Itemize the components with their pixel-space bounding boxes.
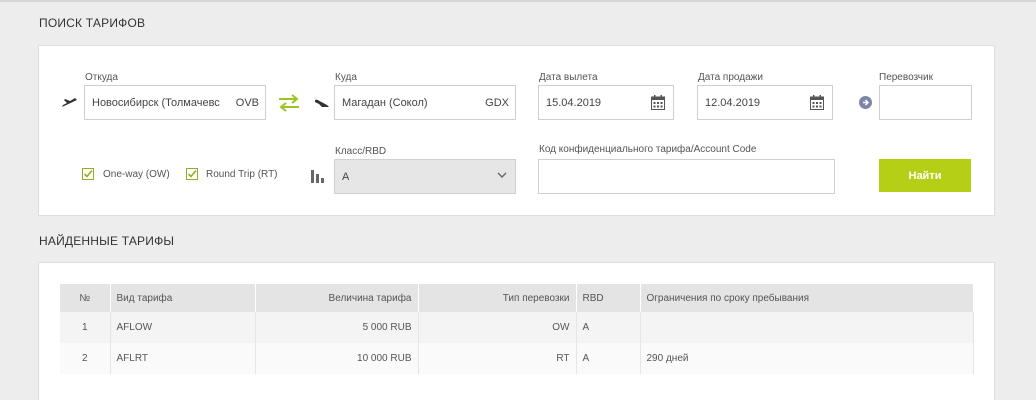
cell-transport-type: OW xyxy=(418,312,577,343)
to-value: Магадан (Сокол) xyxy=(342,97,428,109)
header-fare-amount: Величина тарифа xyxy=(255,284,419,312)
chevron-down-icon xyxy=(497,172,507,178)
sale-date-label: Дата продажи xyxy=(698,72,763,83)
find-button[interactable]: Найти xyxy=(879,159,971,192)
search-panel: Откуда Новосибирск (Толмачевс OVB Куда М… xyxy=(38,45,995,216)
cell-fare-amount: 5 000 RUB xyxy=(255,312,419,343)
from-value: Новосибирск (Толмачевс xyxy=(92,97,220,109)
roundtrip-label: Round Trip (RT) xyxy=(206,169,278,180)
cell-transport-type: RT xyxy=(418,343,577,374)
class-select[interactable]: A xyxy=(334,159,516,194)
top-border xyxy=(0,0,1036,2)
to-label: Куда xyxy=(335,72,357,83)
class-bars-icon xyxy=(311,170,324,183)
header-rbd: RBD xyxy=(576,284,641,312)
from-label: Откуда xyxy=(85,72,118,83)
cell-fare-amount: 10 000 RUB xyxy=(255,343,419,374)
plane-departure-icon xyxy=(62,98,77,107)
sale-date-value: 12.04.2019 xyxy=(705,97,761,109)
oneway-checkbox[interactable] xyxy=(82,168,94,180)
plane-arrival-icon xyxy=(314,98,329,107)
calendar-icon[interactable] xyxy=(810,95,824,110)
depart-date-value: 15.04.2019 xyxy=(546,97,602,109)
cell-rbd: A xyxy=(576,343,641,374)
cell-number: 2 xyxy=(60,343,111,374)
class-label: Класс/RBD xyxy=(335,146,387,157)
to-code: GDX xyxy=(485,97,509,109)
carrier-label: Перевозчик xyxy=(879,72,933,83)
search-section-title: ПОИСК ТАРИФОВ xyxy=(39,16,146,30)
carrier-input[interactable] xyxy=(879,85,972,120)
cell-number: 1 xyxy=(60,312,111,343)
from-code: OVB xyxy=(235,97,259,109)
account-code-label: Код конфиденциального тарифа/Account Cod… xyxy=(539,144,757,155)
header-transport-type: Тип перевозки xyxy=(418,284,577,312)
sale-date-field[interactable]: 12.04.2019 xyxy=(697,85,833,120)
results-section-title: НАЙДЕННЫЕ ТАРИФЫ xyxy=(39,234,175,248)
table-header-row: № Вид тарифа Величина тарифа Тип перевоз… xyxy=(60,284,974,312)
table-row[interactable]: 1 AFLOW 5 000 RUB OW A xyxy=(60,312,974,343)
depart-date-field[interactable]: 15.04.2019 xyxy=(538,85,674,120)
swap-arrows-icon[interactable] xyxy=(277,94,301,112)
header-fare-type: Вид тарифа xyxy=(110,284,256,312)
class-value: A xyxy=(342,171,350,183)
calendar-icon[interactable] xyxy=(651,95,665,110)
account-code-input[interactable] xyxy=(538,159,835,194)
depart-date-label: Дата вылета xyxy=(539,72,598,83)
roundtrip-checkbox[interactable] xyxy=(186,168,198,180)
cell-stay-restriction xyxy=(640,312,974,343)
cell-stay-restriction: 290 дней xyxy=(640,343,974,374)
from-field[interactable]: Новосибирск (Толмачевс OVB xyxy=(84,85,266,120)
results-table: № Вид тарифа Величина тарифа Тип перевоз… xyxy=(60,284,974,374)
results-panel: № Вид тарифа Величина тарифа Тип перевоз… xyxy=(38,262,995,400)
arrow-right-circle-icon[interactable] xyxy=(859,96,872,109)
to-field[interactable]: Магадан (Сокол) GDX xyxy=(334,85,516,120)
cell-fare-type: AFLRT xyxy=(110,343,256,374)
header-stay-restriction: Ограничения по сроку пребывания xyxy=(640,284,974,312)
cell-rbd: A xyxy=(576,312,641,343)
oneway-label: One-way (OW) xyxy=(103,169,170,180)
cell-fare-type: AFLOW xyxy=(110,312,256,343)
table-row[interactable]: 2 AFLRT 10 000 RUB RT A 290 дней xyxy=(60,343,974,374)
header-number: № xyxy=(60,284,111,312)
